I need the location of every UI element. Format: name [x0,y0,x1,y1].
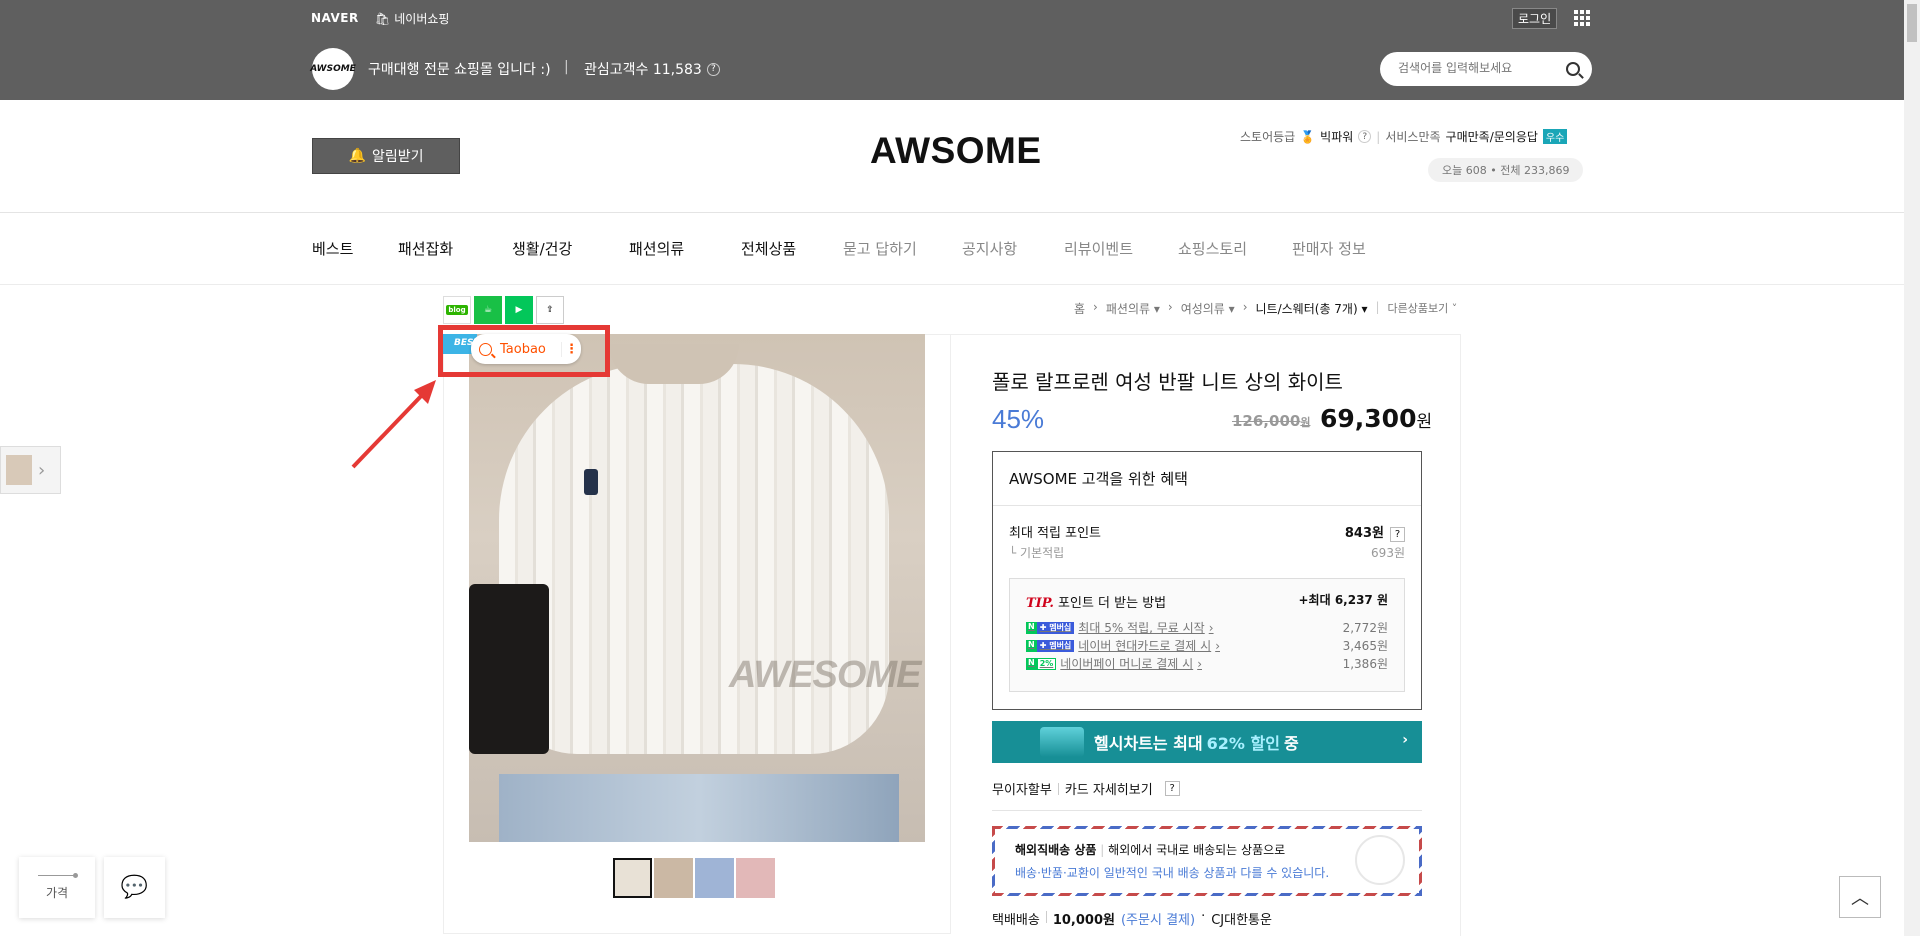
fan-count: 관심고객수 11,583 ? [584,59,720,79]
scrollbar[interactable] [1904,0,1920,936]
max-point-row: 최대 적립 포인트 843원? [1009,522,1405,542]
recent-viewed[interactable]: › [0,446,61,494]
thumbnail[interactable] [736,858,775,898]
notify-button[interactable]: 🔔 알림받기 [312,138,460,174]
notify-label: 알림받기 [371,149,424,165]
bookmark-icon[interactable]: ▶ [505,296,533,324]
thumbnail[interactable] [613,858,652,898]
overseas-title: 해외직배송 상품 [1015,843,1097,857]
grade-label: 스토어등급 [1240,130,1296,144]
tip-title: TIP. 포인트 더 받는 방법 [1026,596,1167,611]
naver-logo[interactable]: NAVER [311,11,359,25]
base-point-row: └ 기본적립 693원 [1009,546,1405,560]
help-icon[interactable]: ? [1390,527,1405,542]
watermark: AWESOME [729,654,921,696]
help-icon[interactable]: ? [706,62,720,76]
naver-shopping-link[interactable]: 🛍 네이버쇼핑 [375,10,449,27]
product-image[interactable]: AWESOME [469,334,925,842]
shipping-method: 택배배송 [992,913,1040,928]
overseas-desc: 해외에서 국내로 배송되는 상품으로 [1108,843,1286,857]
store-logo[interactable]: AWSOME [310,48,356,90]
chat-button[interactable]: 💬 [104,857,165,918]
breadcrumb: 홈 › 패션의류 ▾ › 여성의류 ▾ › 니트/스웨터(총 7개) ▾ | 다… [1074,300,1458,317]
blog-icon[interactable]: blog [443,296,471,324]
chevron-right-icon: › [1402,732,1408,748]
shipping-carrier: CJ대한통운 [1211,913,1272,928]
tip-max: +최대 6,237 원 [1298,593,1389,607]
chevron-right-icon: › [38,459,46,481]
thumbnail[interactable] [695,858,734,898]
slider-icon [38,872,78,878]
separator: | [564,59,569,75]
service-badge: 우수 [1542,129,1568,144]
search-box [1380,52,1592,86]
fan-count-label: 관심고객수 11,583 [584,62,702,78]
breadcrumb-knit-sweater[interactable]: 니트/스웨터(총 7개) ▾ [1256,300,1368,317]
store-description: 구매대행 전문 쇼핑몰 입니다 :) [368,62,551,78]
tip-row[interactable]: N ✚ 멤버십 최대 5% 적립, 무료 시작 › 2,772원 [1026,619,1388,636]
bell-icon: 🔔 [348,148,366,164]
search-input[interactable] [1398,61,1558,75]
original-price: 126,000원 [1232,412,1311,430]
grade-value: 빅파워 [1320,130,1354,144]
tip-row[interactable]: N ✚ 멤버십 네이버 현대카드로 결제 시 › 3,465원 [1026,637,1388,654]
chat-icon: 💬 [120,875,149,900]
login-button[interactable]: 로그인 [1512,8,1558,29]
product-title: 폴로 랄프로렌 여성 반팔 니트 상의 화이트 [992,370,1343,394]
service-label: 서비스만족 [1385,130,1441,144]
share-icon[interactable]: ⇪ [536,296,564,324]
shopping-bag-icon: 🛍 [375,11,391,26]
other-products-link[interactable]: 다른상품보기 ˅ [1388,300,1458,317]
tip-box: TIP. 포인트 더 받는 방법 +최대 6,237 원 N ✚ 멤버십 최대 5%… [1009,578,1405,692]
top-bar: NAVER 🛍 네이버쇼핑 로그인 AWSOME 구매대행 전문 쇼핑몰 입니다… [0,0,1904,100]
installment-label: 무이자할부 [992,783,1052,798]
promo-banner[interactable]: 헬시차트는 최대 62% 할인 중 › [992,721,1422,763]
thumbnail-strip [613,858,775,898]
card-detail-link[interactable]: 카드 자세히보기 [1065,779,1153,798]
divider [0,284,1904,285]
sale-price: 69,300원 [1320,404,1433,433]
polo-logo [584,469,598,495]
store-grade: 스토어등급 🏅 빅파워 ? | 서비스만족 구매만족/문의응답 우수 [1240,128,1568,145]
medal-icon: 🏅 [1300,129,1316,144]
apps-grid-icon[interactable] [1574,10,1590,26]
breadcrumb-womens-clothing[interactable]: 여성의류 ▾ [1181,300,1235,317]
discount-rate: 45% [992,404,1045,434]
chevron-up-icon: ︿ [1851,888,1869,909]
chevron-down-icon: ⌄ [398,238,406,248]
help-icon[interactable]: ? [1164,781,1180,796]
chevron-down-icon: ⌄ [512,238,520,248]
breadcrumb-fashion-clothing[interactable]: 패션의류 ▾ [1106,300,1160,317]
chevron-down-icon: ⌄ [629,238,637,248]
price-label: 가격 [45,885,69,900]
overseas-notice: 배송·반품·교환이 일반적인 국내 배송 상품과 다를 수 있습니다. [1015,866,1330,880]
airplane-stamp-icon [1355,835,1405,885]
visitor-count: 오늘 608 • 전체 233,869 [1428,158,1584,182]
cafe-icon[interactable]: ☕ [474,296,502,324]
benefit-box: AWSOME 고객을 위한 혜택 최대 적립 포인트 843원? └ 기본적립 … [992,451,1422,710]
naver-shopping-label: 네이버쇼핑 [394,12,450,26]
overseas-shipping-notice: 해외직배송 상품 | 해외에서 국내로 배송되는 상품으로 배송·반품·교환이 … [992,826,1422,896]
shipping-fee: 10,000원 [1052,913,1115,928]
share-icons: blog ☕ ▶ ⇪ [443,296,564,324]
shipping-row: 택배배송 10,000원 (주문시 결제) · CJ대한통운 [992,909,1272,928]
shipping-condition: (주문시 결제) [1120,913,1196,928]
store-title[interactable]: AWSOME [870,130,1042,172]
recent-thumbnail [6,455,32,485]
installment-row: 무이자할부 카드 자세히보기 ? [992,779,1180,798]
annotation-arrow [351,380,436,469]
tip-row[interactable]: N 2% 네이버페이 머니로 결제 시 › 1,386원 [1026,655,1388,672]
search-icon[interactable] [1566,62,1580,76]
service-value: 구매만족/문의응답 [1445,130,1538,144]
thumbnail[interactable] [654,858,693,898]
grade-help-icon[interactable]: ? [1358,130,1372,143]
benefit-title: AWSOME 고객을 위한 혜택 [1009,470,1188,488]
highlight-box [438,325,610,377]
breadcrumb-home[interactable]: 홈 [1074,300,1085,317]
divider [0,212,1904,213]
scroll-top-button[interactable]: ︿ [1839,876,1881,918]
price-compare-button[interactable]: 가격 [19,857,95,918]
